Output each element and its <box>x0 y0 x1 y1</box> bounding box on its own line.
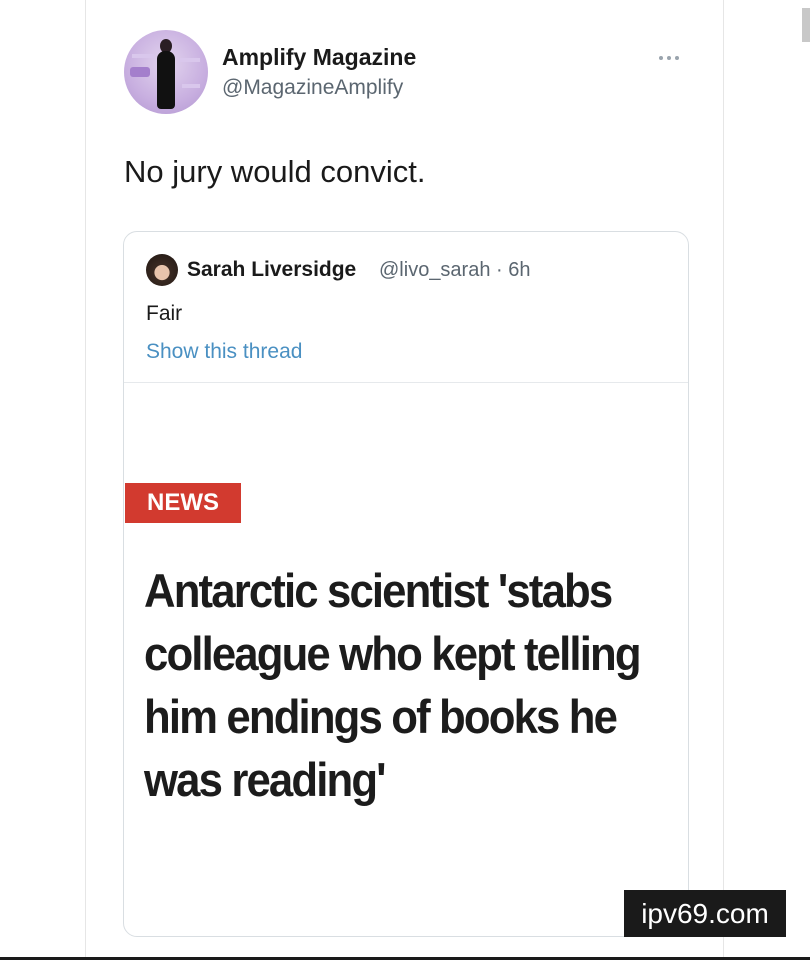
headline-line: Antarctic scientist 'stabs <box>144 564 613 617</box>
timeline-left-border <box>85 0 86 960</box>
author-name[interactable]: Amplify Magazine <box>222 44 416 71</box>
avatar-decoration <box>182 84 200 88</box>
news-headline: Antarctic scientist 'stabs colleague who… <box>144 559 642 811</box>
quoted-tweet-text: Fair <box>146 302 183 325</box>
tweet-text: No jury would convict. <box>124 154 426 189</box>
author-handle[interactable]: @MagazineAmplify <box>222 76 403 100</box>
avatar-decoration <box>132 54 154 58</box>
ellipsis-icon[interactable] <box>652 50 686 66</box>
dot <box>659 56 663 60</box>
timeline-right-border <box>723 0 724 960</box>
watermark: ipv69.com <box>624 890 786 937</box>
quoted-tweet-divider <box>124 382 688 383</box>
avatar-decoration <box>130 67 150 77</box>
dot <box>675 56 679 60</box>
dot <box>667 56 671 60</box>
quoted-author-avatar[interactable] <box>146 254 178 286</box>
headline-line: was reading' <box>144 753 387 806</box>
avatar-figure-body <box>157 51 175 109</box>
author-avatar[interactable] <box>124 30 208 114</box>
news-badge: NEWS <box>125 483 241 523</box>
tweet-page: Amplify Magazine @MagazineAmplify No jur… <box>0 0 810 960</box>
scrollbar-thumb[interactable] <box>802 8 810 42</box>
quoted-author-meta: @livo_sarah · 6h <box>379 259 531 281</box>
show-thread-link[interactable]: Show this thread <box>146 340 302 364</box>
headline-line: colleague who kept telling <box>144 627 642 680</box>
avatar-decoration <box>180 58 200 62</box>
quoted-tweet-card[interactable]: Sarah Liversidge @livo_sarah · 6h Fair S… <box>123 231 689 937</box>
headline-line: him endings of books he <box>144 690 618 743</box>
quoted-author-name[interactable]: Sarah Liversidge <box>187 258 356 282</box>
